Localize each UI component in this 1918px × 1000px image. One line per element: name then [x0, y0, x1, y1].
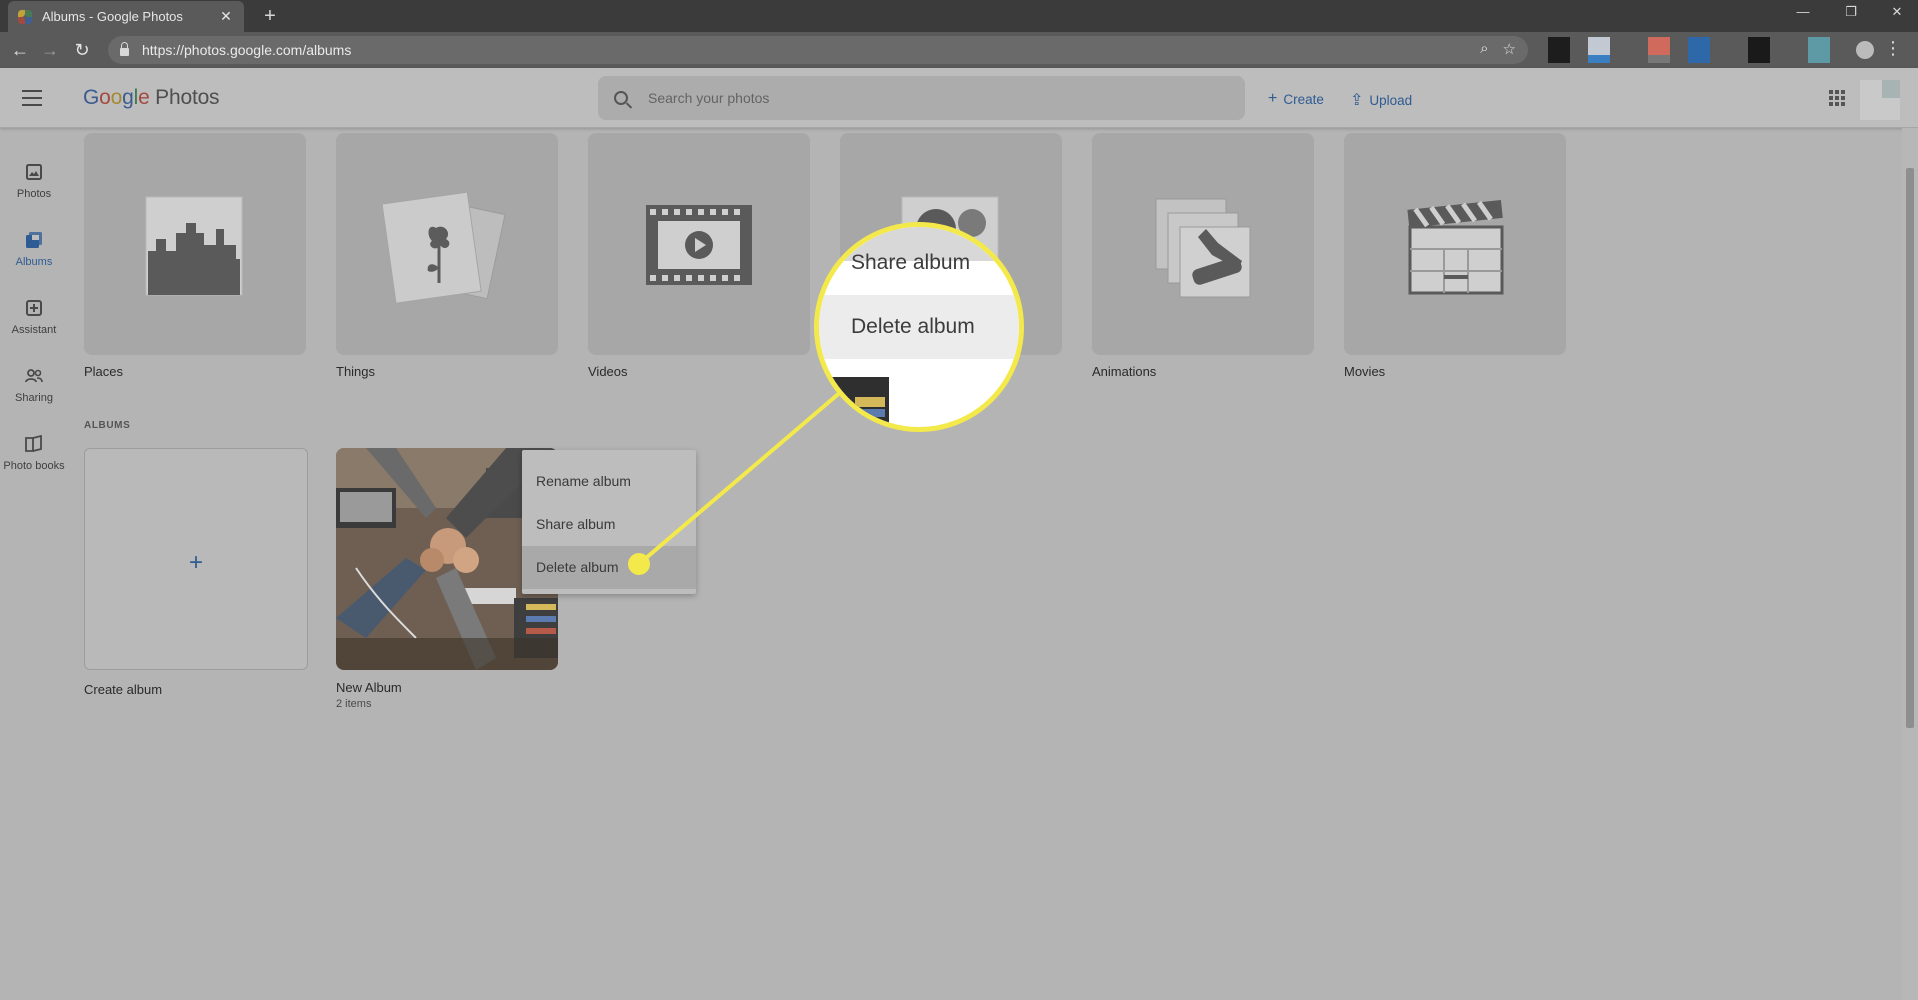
- callout-magnifier: Share album Delete album: [814, 222, 1024, 432]
- extension-icon[interactable]: [1548, 37, 1570, 63]
- create-album-card[interactable]: +: [84, 448, 308, 670]
- magnified-delete-album: Delete album: [819, 295, 1019, 359]
- albums-section-title: ALBUMS: [84, 420, 131, 431]
- album-title[interactable]: New Album: [336, 680, 402, 695]
- back-arrow-icon[interactable]: ←: [8, 38, 32, 62]
- minimize-button[interactable]: —: [1788, 4, 1818, 19]
- extension-icon[interactable]: [1588, 37, 1610, 63]
- browser-menu-icon[interactable]: ⋮: [1884, 38, 1902, 59]
- new-tab-button[interactable]: +: [258, 4, 282, 28]
- extension-icon[interactable]: [1648, 37, 1670, 63]
- page-scrollbar[interactable]: [1902, 128, 1918, 1000]
- sidebar-item-sharing[interactable]: Sharing: [0, 366, 68, 404]
- clapperboard-icon: [1407, 200, 1504, 295]
- share-album-option[interactable]: Share album: [522, 503, 696, 546]
- callout-pointer-dot: [628, 553, 650, 575]
- rename-album-option[interactable]: Rename album: [522, 460, 696, 503]
- places-card[interactable]: [84, 133, 306, 355]
- tab-close-icon[interactable]: ✕: [218, 8, 234, 25]
- places-label: Places: [84, 364, 124, 379]
- animation-stack-icon: [1155, 198, 1251, 298]
- delete-album-option[interactable]: Delete album: [522, 546, 696, 589]
- plus-icon: +: [1268, 90, 1278, 107]
- videos-card[interactable]: [588, 133, 810, 355]
- videos-label: Videos: [588, 364, 628, 379]
- zoom-icon[interactable]: ⌕: [1480, 40, 1488, 58]
- bookmark-star-icon[interactable]: ☆: [1503, 40, 1516, 58]
- lock-icon: [120, 42, 129, 56]
- extension-icon[interactable]: [1748, 37, 1770, 63]
- extension-icon[interactable]: [1688, 37, 1710, 63]
- reload-icon[interactable]: ↻: [70, 38, 94, 62]
- album-item-count: 2 items: [336, 698, 372, 710]
- browser-toolbar: ← → ↻ https://photos.google.com/albums ⌕…: [0, 32, 1918, 68]
- photo-icon: [24, 162, 44, 182]
- things-card[interactable]: [336, 133, 558, 355]
- create-album-label: Create album: [84, 682, 163, 697]
- albums-icon: [24, 230, 44, 250]
- google-apps-icon[interactable]: [1829, 90, 1845, 106]
- sidebar-item-photo-books[interactable]: Photo books: [0, 434, 68, 472]
- film-strip-icon: [646, 205, 752, 285]
- app-header: Google Photos + Create ⇪ Upload: [0, 68, 1918, 128]
- people-icon: [24, 366, 44, 386]
- sidebar-item-albums[interactable]: Albums: [0, 230, 68, 268]
- magnified-share-album: Share album: [851, 251, 971, 274]
- browser-tab[interactable]: Albums - Google Photos ✕: [8, 1, 244, 32]
- plus-icon: +: [189, 549, 204, 576]
- google-photos-logo[interactable]: Google Photos: [83, 86, 220, 110]
- city-icon: [145, 196, 243, 296]
- window-close-button[interactable]: ✕: [1882, 4, 1912, 20]
- upload-icon: ⇪: [1350, 92, 1364, 109]
- create-button[interactable]: + Create: [1268, 90, 1324, 108]
- book-icon: [24, 434, 44, 454]
- flower-photos-icon: [381, 191, 506, 304]
- google-photos-favicon: [18, 9, 32, 24]
- assistant-icon: [24, 298, 44, 318]
- search-icon: [614, 91, 628, 105]
- profile-icon[interactable]: [1856, 41, 1874, 59]
- forward-arrow-icon[interactable]: →: [38, 38, 62, 62]
- main-menu-icon[interactable]: [22, 90, 42, 106]
- search-input[interactable]: [648, 90, 1208, 106]
- restore-button[interactable]: ❐: [1836, 4, 1866, 20]
- tab-title: Albums - Google Photos: [42, 9, 183, 24]
- sidebar-item-photos[interactable]: Photos: [0, 162, 68, 200]
- search-bar[interactable]: [598, 76, 1245, 120]
- animations-card[interactable]: [1092, 133, 1314, 355]
- movies-label: Movies: [1344, 364, 1386, 379]
- movies-card[interactable]: [1344, 133, 1566, 355]
- scrollbar-thumb[interactable]: [1906, 168, 1914, 728]
- browser-tab-bar: Albums - Google Photos ✕ + — ❐ ✕: [0, 0, 1918, 32]
- things-label: Things: [336, 364, 376, 379]
- upload-button[interactable]: ⇪ Upload: [1350, 90, 1412, 110]
- animations-label: Animations: [1092, 364, 1157, 379]
- account-avatar[interactable]: [1860, 80, 1900, 120]
- album-context-menu: Rename album Share album Delete album: [522, 450, 696, 594]
- extension-icon[interactable]: [1808, 37, 1830, 63]
- sidebar-item-assistant[interactable]: Assistant: [0, 298, 68, 336]
- address-bar[interactable]: https://photos.google.com/albums ⌕ ☆: [108, 36, 1528, 64]
- url-text: https://photos.google.com/albums: [142, 42, 352, 58]
